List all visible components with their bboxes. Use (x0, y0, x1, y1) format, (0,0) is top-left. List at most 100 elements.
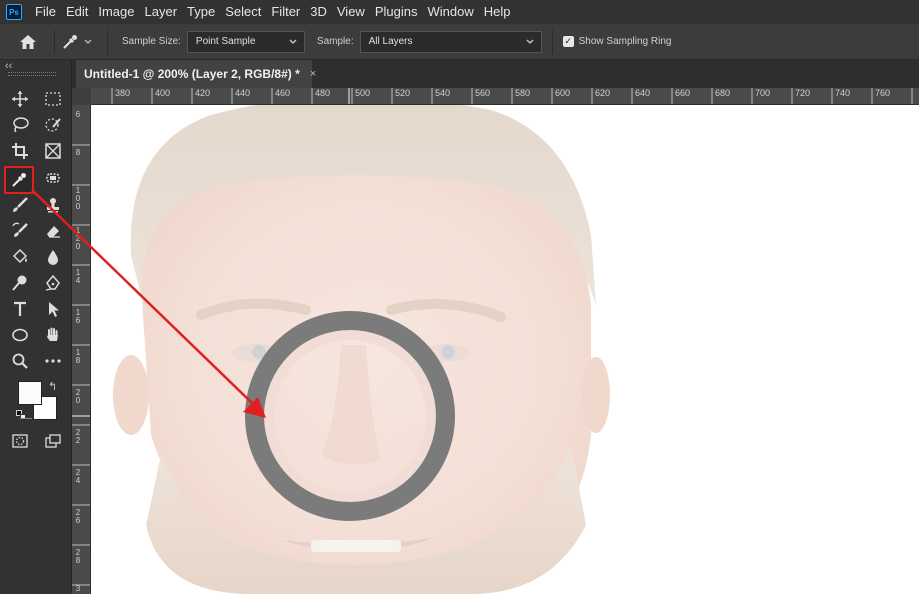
blur-tool[interactable] (41, 246, 65, 268)
document-tab-strip: Untitled-1 @ 200% (Layer 2, RGB/8#) * × (72, 60, 919, 88)
ruler-label: 400 (155, 88, 171, 98)
path-selection-tool[interactable] (41, 298, 65, 320)
vertical-ruler[interactable]: 6 8 1 0 0 1 2 0 1 4 1 6 1 8 2 0 2 2 2 4 … (72, 105, 91, 594)
quick-selection-icon (45, 118, 61, 132)
sample-select[interactable]: All Layers (359, 30, 542, 53)
menu-filter[interactable]: Filter (266, 0, 305, 24)
eraser-icon (47, 226, 60, 238)
ruler-label: 480 (315, 88, 331, 98)
tool-preset-picker[interactable] (61, 33, 101, 51)
crop-tool[interactable] (8, 140, 32, 162)
ruler-label: 520 (395, 88, 411, 98)
ruler-label: 660 (675, 88, 691, 98)
crop-icon (12, 143, 28, 159)
separator (551, 29, 553, 54)
home-icon (20, 34, 36, 49)
show-sampling-ring-label: Show Sampling Ring (578, 36, 672, 47)
marquee-tool[interactable] (41, 88, 65, 110)
zoom-tool[interactable] (8, 350, 32, 372)
ruler-label: 1 8 (75, 348, 81, 365)
menu-image[interactable]: Image (93, 0, 139, 24)
document-tab[interactable]: Untitled-1 @ 200% (Layer 2, RGB/8#) * × (76, 60, 316, 88)
menu-select[interactable]: Select (220, 0, 266, 24)
lasso-tool[interactable] (8, 114, 32, 136)
swap-colors-icon[interactable]: ↰ (48, 380, 57, 393)
frame-icon (45, 143, 61, 159)
brush-icon (13, 197, 28, 212)
chevron-down-icon (526, 39, 534, 44)
document-tab-title: Untitled-1 @ 200% (Layer 2, RGB/8#) * (84, 67, 300, 81)
menu-view[interactable]: View (332, 0, 370, 24)
type-icon (14, 301, 26, 316)
home-button[interactable] (8, 27, 48, 57)
ruler-label: 2 4 (75, 468, 81, 485)
dodge-tool[interactable] (8, 272, 32, 294)
clone-stamp-tool[interactable] (41, 194, 65, 216)
ruler-label: 460 (275, 88, 291, 98)
menu-plugins[interactable]: Plugins (370, 0, 423, 24)
ruler-label: 1 6 (75, 308, 81, 325)
ruler-origin[interactable] (72, 88, 91, 105)
ruler-label: 420 (195, 88, 211, 98)
stamp-icon (47, 198, 59, 213)
menu-type[interactable]: Type (182, 0, 220, 24)
eraser-tool[interactable] (41, 220, 65, 242)
ruler-label: 1 0 0 (75, 186, 81, 211)
healing-brush-icon (46, 173, 60, 183)
dodge-icon (12, 275, 27, 291)
menu-3d[interactable]: 3D (305, 0, 332, 24)
photoshop-logo: Ps (6, 4, 22, 20)
horizontal-ruler[interactable]: 380 400 420 440 460 480 500 520 540 560 … (91, 88, 919, 105)
ruler-label: 640 (635, 88, 651, 98)
menu-layer[interactable]: Layer (140, 0, 183, 24)
ruler-label: 580 (515, 88, 531, 98)
edit-toolbar-button[interactable] (41, 350, 65, 372)
quick-selection-tool[interactable] (41, 114, 65, 136)
ruler-label: 720 (795, 88, 811, 98)
document-canvas[interactable] (91, 105, 919, 594)
ruler-label: 680 (715, 88, 731, 98)
zoom-icon (12, 353, 28, 369)
ellipse-icon (12, 328, 28, 342)
ruler-label: 6 (75, 110, 81, 119)
ruler-label: 620 (595, 88, 611, 98)
move-tool[interactable] (8, 88, 32, 110)
sample-size-select[interactable]: Point Sample (186, 30, 305, 53)
menu-file[interactable]: File (30, 0, 61, 24)
brush-tool[interactable] (8, 194, 32, 216)
ruler-label: 600 (555, 88, 571, 98)
menu-help[interactable]: Help (479, 0, 516, 24)
paint-bucket-tool[interactable] (8, 246, 32, 268)
ruler-label: 2 8 (75, 548, 81, 565)
chevron-down-icon (84, 39, 92, 44)
sample-label: Sample: (316, 36, 354, 47)
frame-tool[interactable] (41, 140, 65, 162)
ruler-label: 440 (235, 88, 251, 98)
hand-tool[interactable] (41, 324, 65, 346)
eyedropper-tool[interactable] (4, 166, 34, 194)
ruler-label: 2 0 (75, 388, 81, 405)
eyedropper-icon (12, 173, 26, 187)
ruler-label: 700 (755, 88, 771, 98)
move-icon (12, 91, 28, 107)
collapse-panel-icon[interactable]: ‹‹ (5, 60, 12, 72)
options-bar: Sample Size: Point Sample Sample: All La… (0, 24, 919, 60)
show-sampling-ring-toggle[interactable]: ✓ Show Sampling Ring (562, 36, 672, 47)
pen-tool[interactable] (41, 272, 65, 294)
toolbar-grip[interactable] (8, 72, 56, 76)
screen-mode-button[interactable] (41, 430, 65, 452)
ruler-label: 740 (835, 88, 851, 98)
foreground-color-swatch[interactable] (18, 381, 42, 405)
paint-bucket-icon (12, 248, 28, 264)
close-tab-icon[interactable]: × (310, 68, 316, 80)
type-tool[interactable] (8, 298, 32, 320)
history-brush-tool[interactable] (8, 220, 32, 242)
quick-mask-button[interactable] (8, 430, 32, 452)
eyedropper-icon (63, 34, 77, 49)
spot-healing-tool[interactable] (41, 167, 65, 189)
portrait-image (91, 105, 919, 594)
menu-edit[interactable]: Edit (61, 0, 93, 24)
ellipse-tool[interactable] (8, 324, 32, 346)
separator (54, 29, 55, 54)
menu-window[interactable]: Window (422, 0, 478, 24)
